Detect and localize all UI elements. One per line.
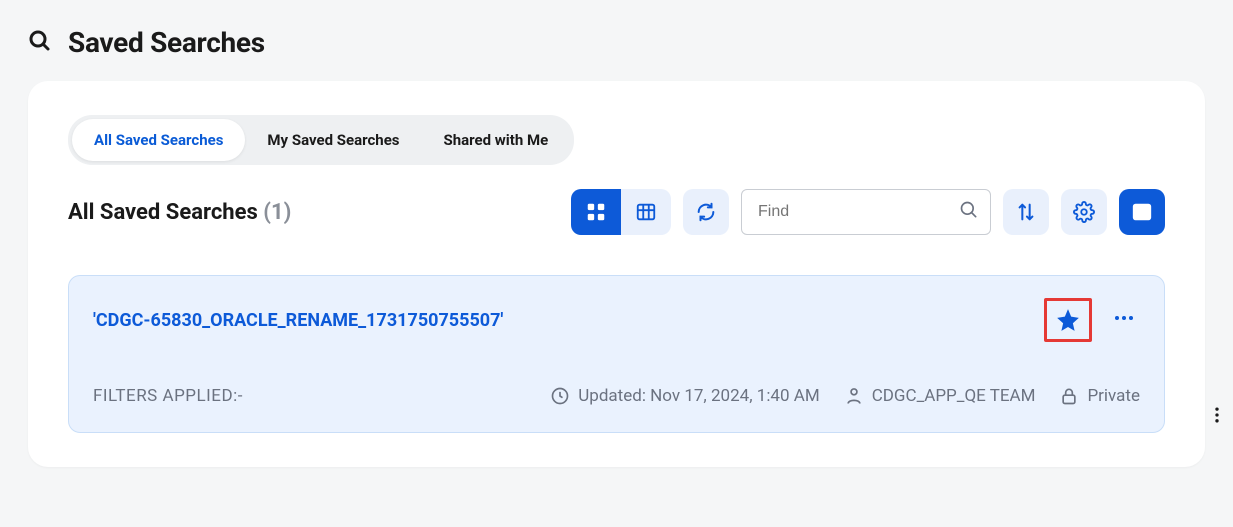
table-view-button[interactable] [621, 189, 671, 235]
tab-my-saved-searches[interactable]: My Saved Searches [245, 119, 421, 161]
clock-icon [550, 386, 570, 406]
card-meta-row: FILTERS APPLIED:- Updated: Nov 17, 2024,… [93, 386, 1140, 406]
settings-button[interactable] [1061, 189, 1107, 235]
main-panel: All Saved Searches My Saved Searches Sha… [28, 81, 1205, 467]
view-toggle [571, 189, 671, 235]
updated-text: Updated: Nov 17, 2024, 1:40 AM [578, 386, 819, 406]
favorite-button[interactable] [1044, 298, 1092, 342]
lock-icon [1059, 386, 1079, 406]
tab-all-saved-searches[interactable]: All Saved Searches [72, 119, 245, 161]
find-input[interactable] [741, 189, 991, 235]
card-top-row: 'CDGC-65830_ORACLE_RENAME_1731750755507' [93, 298, 1140, 342]
find-icon [959, 200, 979, 224]
filters-applied-label: FILTERS APPLIED:- [93, 386, 243, 406]
page-title: Saved Searches [68, 26, 265, 59]
more-horizontal-icon [1112, 306, 1136, 330]
owner-meta: CDGC_APP_QE TEAM [844, 386, 1036, 406]
side-panel-menu-button[interactable] [1207, 405, 1227, 429]
section-title: All Saved Searches (1) [68, 200, 291, 225]
search-card[interactable]: 'CDGC-65830_ORACLE_RENAME_1731750755507'… [68, 275, 1165, 433]
toolbar [571, 189, 1165, 235]
owner-text: CDGC_APP_QE TEAM [872, 386, 1036, 406]
sort-button[interactable] [1003, 189, 1049, 235]
visibility-text: Private [1087, 386, 1140, 406]
more-vertical-icon [1207, 405, 1227, 425]
star-icon [1055, 307, 1081, 333]
user-icon [844, 386, 864, 406]
refresh-button[interactable] [683, 189, 729, 235]
search-title-link[interactable]: 'CDGC-65830_ORACLE_RENAME_1731750755507' [93, 310, 503, 331]
card-actions [1044, 298, 1140, 342]
tabs-group: All Saved Searches My Saved Searches Sha… [68, 115, 574, 165]
search-icon [28, 29, 52, 57]
page-header: Saved Searches [0, 0, 1233, 59]
section-count: (1) [263, 200, 291, 225]
grid-view-button[interactable] [571, 189, 621, 235]
visibility-meta: Private [1059, 386, 1140, 406]
updated-meta: Updated: Nov 17, 2024, 1:40 AM [550, 386, 819, 406]
details-panel-button[interactable] [1119, 189, 1165, 235]
find-wrap [741, 189, 991, 235]
content-toolbar: All Saved Searches (1) [68, 189, 1165, 235]
section-title-text: All Saved Searches [68, 200, 258, 225]
tab-shared-with-me[interactable]: Shared with Me [422, 119, 571, 161]
more-actions-button[interactable] [1108, 302, 1140, 338]
